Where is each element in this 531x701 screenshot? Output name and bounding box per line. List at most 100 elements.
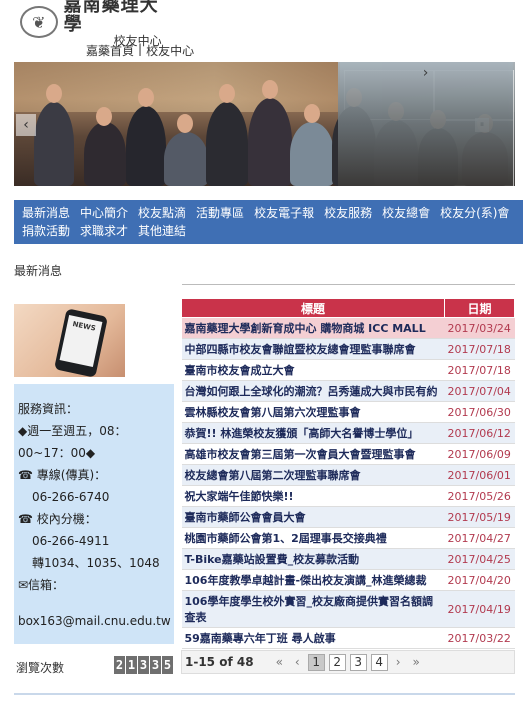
nav-item-events[interactable]: 活動專區 (196, 205, 244, 221)
news-title-link[interactable]: 桃園市藥師公會第1、2屆理事長交接典禮 (181, 527, 445, 549)
nav-item-newsletter[interactable]: 校友電子報 (254, 205, 314, 221)
table-row[interactable]: 106年度教學卓越計畫-傑出校友演講_林進榮總裁 2017/04/20 (181, 569, 515, 591)
person-figure (84, 122, 126, 186)
news-title-link[interactable]: 台灣如何跟上全球化的潮流？呂秀蓮成大與市民有約 (181, 380, 445, 402)
news-date: 2017/06/09 (444, 443, 515, 465)
page-button-3[interactable]: 3 (349, 653, 367, 671)
extension-numbers: 轉1034、1035、1048 (32, 556, 160, 570)
visit-digit: 5 (162, 656, 173, 674)
table-row[interactable]: 祝大家端午佳節快樂!! 2017/05/26 (181, 485, 515, 507)
slideshow-prev-button[interactable]: ‹ (16, 114, 36, 136)
person-head (219, 84, 235, 103)
mail-value[interactable]: box163@mail.cnu.edu.tw (18, 610, 171, 632)
news-table: 標題 日期 嘉南藥理大學創新育成中心 購物商城 ICC MALL 2017/03… (181, 298, 515, 649)
visit-counter: 2 1 3 3 5 (114, 656, 173, 674)
table-row[interactable]: 臺南市校友會成立大會 2017/07/18 (181, 359, 515, 381)
banner-slideshow[interactable]: ‹ ⏸ › (14, 62, 515, 186)
news-title-link[interactable]: 高雄市校友會第三屆第一次會員大會暨理監事會 (181, 443, 445, 465)
news-title-link[interactable]: 臺南市藥師公會會員大會 (181, 506, 445, 528)
nav-item-services[interactable]: 校友服務 (324, 205, 372, 221)
news-title-link[interactable]: 106學年度學生校外實習_校友廠商提供實習名額調查表 (181, 590, 445, 628)
person-figure (248, 98, 292, 186)
column-header-title[interactable]: 標題 (181, 298, 445, 318)
breadcrumb-alumni-link[interactable]: 校友中心 (146, 42, 194, 59)
news-title-link[interactable]: 59嘉南藥專六年丁班 尋人啟事 (181, 627, 445, 649)
first-page-button[interactable]: « (272, 655, 287, 669)
person-figure (164, 132, 208, 186)
nav-item-news[interactable]: 最新消息 (22, 205, 70, 221)
person-head (262, 80, 278, 99)
news-date: 2017/07/18 (444, 338, 515, 360)
news-date: 2017/05/26 (444, 485, 515, 507)
nav-item-alumni-stories[interactable]: 校友點滴 (138, 205, 186, 221)
table-row[interactable]: 106學年度學生校外實習_校友廠商提供實習名額調查表 2017/04/19 (181, 590, 515, 628)
prev-page-button[interactable]: ‹ (291, 655, 304, 669)
person-head (46, 84, 62, 103)
nav-item-jobs[interactable]: 求職求才 (80, 223, 128, 239)
slideshow-next-button[interactable]: › (338, 62, 513, 186)
footer-divider (14, 693, 515, 695)
extension-label: ☎ 校內分機： (18, 512, 97, 526)
table-row[interactable]: 台灣如何跟上全球化的潮流？呂秀蓮成大與市民有約 2017/07/04 (181, 380, 515, 402)
table-row[interactable]: 校友總會第八屆第二次理監事聯席會 2017/06/01 (181, 464, 515, 486)
visit-digit: 3 (138, 656, 149, 674)
table-row[interactable]: 恭賀!! 林進榮校友獲頒「高師大名譽博士學位」 2017/06/12 (181, 422, 515, 444)
service-heading: 服務資訊： (18, 402, 79, 416)
table-row[interactable]: 中部四縣市校友會聯誼暨校友總會理監事聯席會 2017/07/18 (181, 338, 515, 360)
news-title-link[interactable]: 臺南市校友會成立大會 (181, 359, 445, 381)
nav-item-donation[interactable]: 捐款活動 (22, 223, 70, 239)
nav-item-links[interactable]: 其他連結 (138, 223, 186, 239)
news-date: 2017/04/19 (444, 590, 515, 628)
person-head (304, 104, 320, 123)
table-row[interactable]: T-Bike嘉藥站設置費_校友募款活動 2017/04/25 (181, 548, 515, 570)
phone-value: 06-266-6740 (32, 490, 110, 504)
table-row[interactable]: 臺南市藥師公會會員大會 2017/05/19 (181, 506, 515, 528)
pagination-info: 1-15 of 48 (185, 655, 254, 669)
pagination: 1-15 of 48 « ‹ 1 2 3 4 › » (181, 650, 515, 674)
page-button-4[interactable]: 4 (370, 653, 388, 671)
news-date: 2017/07/04 (444, 380, 515, 402)
phone-label: ☎ 專線(傳真)： (18, 468, 107, 482)
nav-item-alumni-association[interactable]: 校友總會 (382, 205, 430, 221)
person-figure (34, 102, 74, 186)
news-date: 2017/06/12 (444, 422, 515, 444)
news-title-link[interactable]: 校友總會第八屆第二次理監事聯席會 (181, 464, 445, 486)
service-hours-line1: ◆週一至週五，08： (18, 424, 127, 438)
news-date: 2017/04/25 (444, 548, 515, 570)
news-date: 2017/06/30 (444, 401, 515, 423)
page-button-1[interactable]: 1 (307, 653, 325, 671)
table-row[interactable]: 嘉南藥理大學創新育成中心 購物商城 ICC MALL 2017/03/24 (181, 317, 515, 339)
page-title: 最新消息 (14, 264, 63, 278)
nav-item-branches[interactable]: 校友分(系)會 (440, 205, 509, 221)
mail-label: ✉信箱： (18, 578, 65, 592)
news-title-link[interactable]: 嘉南藥理大學創新育成中心 購物商城 ICC MALL (181, 317, 445, 339)
breadcrumb-home-link[interactable]: 嘉藥首頁 (86, 42, 134, 59)
news-title-link[interactable]: T-Bike嘉藥站設置費_校友募款活動 (181, 548, 445, 570)
table-row[interactable]: 雲林縣校友會第八屆第六次理監事會 2017/06/30 (181, 401, 515, 423)
divider (182, 284, 515, 285)
person-figure (126, 106, 166, 186)
news-title-link[interactable]: 祝大家端午佳節快樂!! (181, 485, 445, 507)
table-row[interactable]: 高雄市校友會第三屆第一次會員大會暨理監事會 2017/06/09 (181, 443, 515, 465)
table-row[interactable]: 59嘉南藥專六年丁班 尋人啟事 2017/03/22 (181, 627, 515, 649)
news-date: 2017/03/24 (444, 317, 515, 339)
news-title-link[interactable]: 106年度教學卓越計畫-傑出校友演講_林進榮總裁 (181, 569, 445, 591)
page-button-2[interactable]: 2 (328, 653, 346, 671)
news-title-link[interactable]: 雲林縣校友會第八屆第六次理監事會 (181, 401, 445, 423)
service-info-panel: 服務資訊： ◆週一至週五，08： 00~17：00◆ ☎ 專線(傳真)： 06-… (14, 384, 174, 644)
nav-item-about[interactable]: 中心簡介 (80, 205, 128, 221)
person-figure (206, 102, 248, 186)
extension-value: 06-266-4911 (32, 534, 110, 548)
news-title-link[interactable]: 恭賀!! 林進榮校友獲頒「高師大名譽博士學位」 (181, 422, 445, 444)
news-title-link[interactable]: 中部四縣市校友會聯誼暨校友總會理監事聯席會 (181, 338, 445, 360)
news-date: 2017/05/19 (444, 506, 515, 528)
site-logo[interactable]: ❦ 嘉南藥理大學 校友中心 (20, 0, 170, 48)
news-date: 2017/04/27 (444, 527, 515, 549)
last-page-button[interactable]: » (409, 655, 424, 669)
column-header-date[interactable]: 日期 (444, 298, 515, 318)
next-page-button[interactable]: › (392, 655, 405, 669)
person-figure (290, 122, 334, 186)
person-head (177, 114, 193, 133)
table-row[interactable]: 桃園市藥師公會第1、2屆理事長交接典禮 2017/04/27 (181, 527, 515, 549)
